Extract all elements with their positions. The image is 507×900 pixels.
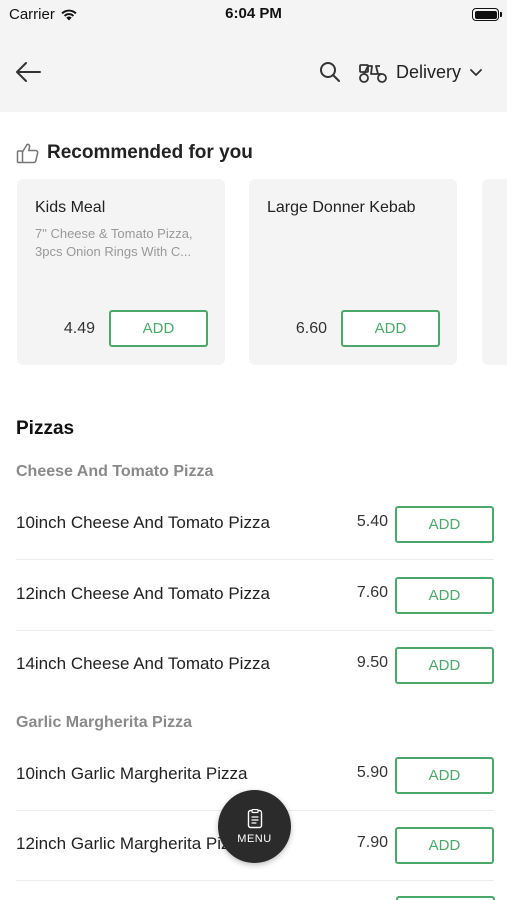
header: Delivery <box>0 30 507 112</box>
menu-item-price: 7.90 <box>356 834 388 851</box>
add-button[interactable]: ADD <box>395 506 494 543</box>
add-button[interactable]: ADD <box>395 577 494 614</box>
menu-item-name: 14inch Cheese And Tomato Pizza <box>16 654 270 673</box>
menu-item-name: 10inch Garlic Margherita Pizza <box>16 764 248 783</box>
menu-item-price: 5.90 <box>356 764 388 781</box>
scooter-icon <box>359 64 387 83</box>
add-button[interactable]: ADD <box>395 647 494 684</box>
recommended-item-price: 4.49 <box>63 320 95 337</box>
recommended-card-partial[interactable] <box>482 179 507 365</box>
battery-icon <box>472 8 502 21</box>
search-button[interactable] <box>318 60 342 84</box>
status-time: 6:04 PM <box>225 5 282 22</box>
add-button[interactable]: ADD <box>395 757 494 794</box>
menu-item-row[interactable]: 12inch Cheese And Tomato Pizza 7.60 ADD <box>16 560 494 631</box>
section-title: Pizzas <box>16 418 75 439</box>
menu-item-price: 9.50 <box>356 654 388 671</box>
recommended-card[interactable]: Kids Meal 7" Cheese & Tomato Pizza, 3pcs… <box>17 179 225 365</box>
recommended-header: Recommended for you <box>16 142 253 164</box>
back-arrow-icon <box>16 62 41 82</box>
menu-item-name: 12inch Garlic Margherita Pizza <box>16 834 248 853</box>
add-button[interactable]: ADD <box>341 310 440 347</box>
menu-item-name: 12inch Cheese And Tomato Pizza <box>16 584 270 603</box>
delivery-selector[interactable]: Delivery <box>358 56 483 88</box>
menu-item-price: 5.40 <box>356 513 388 530</box>
menu-item-row[interactable]: 10inch Cheese And Tomato Pizza 5.40 ADD <box>16 489 494 560</box>
menu-item-name: 10inch Cheese And Tomato Pizza <box>16 513 270 532</box>
back-button[interactable] <box>12 56 44 88</box>
menu-fab-button[interactable]: MENU <box>218 790 291 863</box>
menu-book-icon <box>247 808 262 828</box>
delivery-label: Delivery <box>396 61 462 82</box>
status-bar: Carrier 6:04 PM <box>0 0 507 30</box>
menu-item-price: 7.60 <box>356 584 388 601</box>
thumbs-up-icon <box>16 143 39 164</box>
add-button[interactable]: ADD <box>395 827 494 864</box>
chevron-down-icon <box>470 68 482 76</box>
add-button[interactable]: ADD <box>109 310 208 347</box>
recommended-item-name: Large Donner Kebab <box>267 199 416 216</box>
group-title: Garlic Margherita Pizza <box>16 714 193 731</box>
recommended-item-price: 6.60 <box>295 320 327 337</box>
add-button-partial[interactable] <box>396 896 495 900</box>
recommended-item-name: Kids Meal <box>35 199 106 216</box>
menu-fab-label: MENU <box>237 832 272 845</box>
recommended-item-description: 7" Cheese & Tomato Pizza, 3pcs Onion Rin… <box>35 226 193 259</box>
group-title: Cheese And Tomato Pizza <box>16 463 214 480</box>
search-icon <box>320 62 340 82</box>
recommended-card[interactable]: Large Donner Kebab 6.60 ADD <box>249 179 457 365</box>
recommended-title: Recommended for you <box>47 142 253 163</box>
menu-item-row[interactable]: 14inch Cheese And Tomato Pizza 9.50 ADD <box>16 630 494 701</box>
